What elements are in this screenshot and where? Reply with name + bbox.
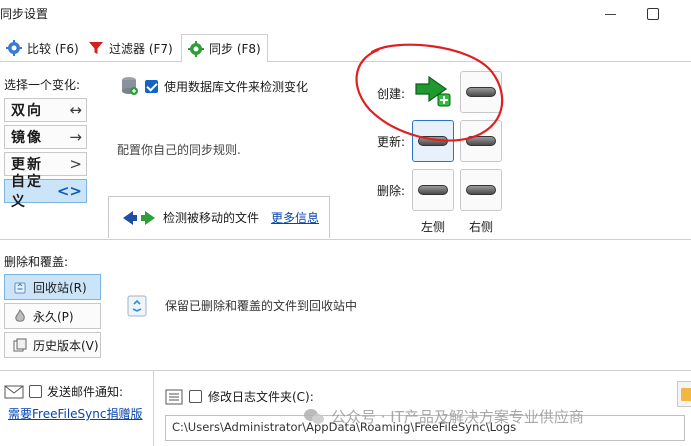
flame-icon	[15, 309, 25, 322]
recycle-bin-label: 回收站(R)	[33, 280, 87, 295]
title-bar: 同步设置	[0, 0, 691, 28]
deletion-label: 删除和覆盖:	[4, 255, 69, 269]
tab-compare-label: 比较 (F6)	[27, 41, 79, 56]
right-arrow-icon: →	[69, 128, 82, 146]
no-action-icon	[466, 185, 496, 195]
custom-arrows-icon: <>	[56, 182, 82, 200]
log-list-icon	[165, 389, 183, 404]
update-label: 更新:	[377, 135, 406, 149]
log-folder-checkbox[interactable]	[189, 390, 202, 403]
permanent-button[interactable]: 永久(P)	[4, 303, 101, 329]
no-action-icon	[466, 87, 496, 97]
recycle-bin-large-icon	[127, 295, 147, 317]
deletion-description: 保留已删除和覆盖的文件到回收站中	[165, 299, 358, 313]
tab-filter-label: 过滤器 (F7)	[109, 41, 173, 56]
log-folder-option: 修改日志文件夹(C):	[165, 388, 314, 405]
detect-moved-files-panel: 检测被移动的文件 更多信息	[108, 196, 330, 238]
detect-moved-files-label: 检测被移动的文件	[163, 211, 260, 225]
variant-mirror-button[interactable]: 镜像 →	[4, 125, 87, 149]
tab-bar: 比较 (F6) 过滤器 (F7) 同步 (F8)	[0, 30, 691, 63]
database-label: 使用数据库文件来检测变化	[164, 79, 309, 94]
vertical-separator	[153, 371, 154, 446]
variant-custom-button[interactable]: 自定义 <>	[4, 174, 87, 210]
maximize-icon[interactable]	[645, 6, 661, 22]
variant-custom-label: 自定义	[11, 174, 43, 210]
tab-compare[interactable]: 比较 (F6)	[0, 34, 85, 62]
annotation-circle	[355, 43, 504, 142]
update-left-button[interactable]	[412, 120, 454, 162]
tab-filter[interactable]: 过滤器 (F7)	[82, 34, 179, 62]
watermark: 公众号 · IT产品及解决方案专业供应商	[303, 406, 584, 427]
database-checkbox[interactable]	[145, 79, 158, 93]
email-label: 发送邮件通知:	[47, 385, 124, 399]
email-checkbox[interactable]	[29, 385, 42, 398]
custom-rules-hint: 配置你自己的同步规则.	[117, 143, 241, 157]
envelope-icon	[4, 385, 24, 398]
chevron-right-icon: >	[69, 155, 82, 173]
recycle-bin-button[interactable]: 回收站(R)	[4, 274, 101, 300]
delete-right-button[interactable]	[460, 169, 502, 211]
database-icon	[122, 77, 138, 95]
email-option: 发送邮件通知:	[4, 383, 123, 400]
watermark-text: 公众号 · IT产品及解决方案专业供应商	[331, 408, 584, 426]
gear-icon	[6, 40, 22, 56]
variant-two-way-button[interactable]: 双向 ↔	[4, 98, 87, 122]
two-way-arrow-icon: ↔	[69, 101, 82, 119]
no-action-icon	[418, 136, 448, 146]
create-label: 创建:	[377, 87, 406, 101]
update-right-button[interactable]	[460, 120, 502, 162]
tab-sync[interactable]: 同步 (F8)	[181, 34, 268, 63]
no-action-icon	[466, 136, 496, 146]
wechat-icon	[304, 408, 324, 424]
database-option: 使用数据库文件来检测变化	[121, 76, 308, 96]
tab-sync-label: 同步 (F8)	[209, 42, 261, 56]
versioning-icon	[13, 338, 27, 352]
minimize-icon[interactable]	[603, 6, 619, 22]
versioning-button[interactable]: 历史版本(V)	[4, 332, 101, 358]
section-divider	[0, 239, 691, 240]
bottom-divider	[0, 370, 691, 371]
window-title: 同步设置	[0, 7, 49, 21]
browse-folder-button[interactable]	[677, 381, 691, 407]
right-side-label: 右侧	[469, 220, 494, 234]
no-action-icon	[418, 185, 448, 195]
sync-gear-icon	[188, 40, 204, 57]
filter-icon	[89, 42, 103, 54]
log-folder-label: 修改日志文件夹(C):	[208, 390, 314, 404]
delete-left-button[interactable]	[412, 169, 454, 211]
create-left-button[interactable]	[412, 71, 454, 113]
left-side-label: 左侧	[421, 220, 446, 234]
permanent-label: 永久(P)	[33, 309, 74, 324]
create-arrow-icon	[415, 75, 451, 107]
variant-label: 选择一个变化:	[4, 78, 81, 92]
versioning-label: 历史版本(V)	[33, 338, 99, 353]
donation-edition-link[interactable]: 需要FreeFileSync捐赠版	[8, 405, 142, 422]
delete-label: 删除:	[377, 184, 406, 198]
create-right-button[interactable]	[460, 71, 502, 113]
more-info-link[interactable]: 更多信息	[271, 209, 319, 226]
recycle-bin-icon	[14, 282, 26, 294]
variant-two-way-label: 双向	[11, 103, 43, 119]
move-arrows-icon	[123, 210, 155, 225]
variant-mirror-label: 镜像	[11, 130, 43, 146]
